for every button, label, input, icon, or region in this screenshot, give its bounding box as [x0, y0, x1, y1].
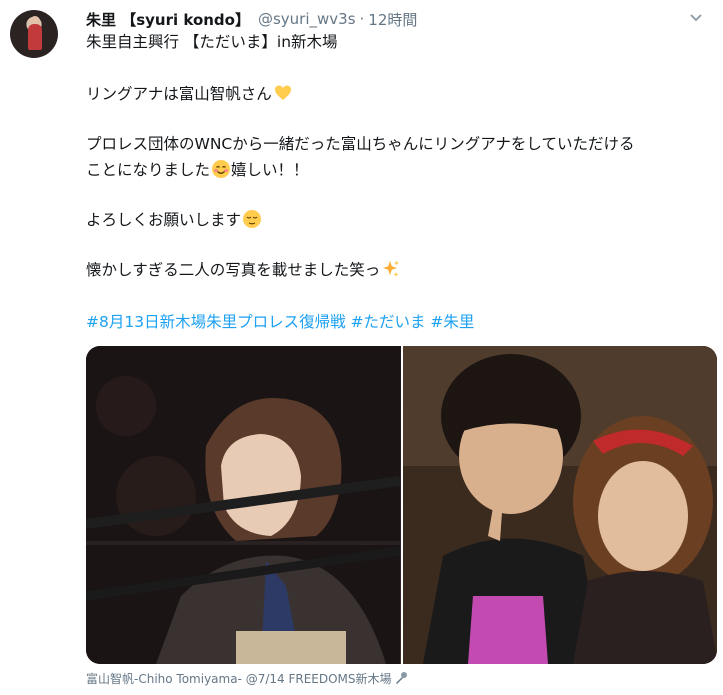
tweet-line-6-text: 懐かしすぎる二人の写真を載せました笑っ: [86, 261, 381, 279]
chevron-down-icon[interactable]: [690, 12, 702, 24]
relieved-face-icon: [243, 210, 262, 228]
yellow-heart-icon: [274, 85, 291, 100]
tweet: 朱里 【syuri kondo】 @syuri_wv3s · 12時間 朱里自主…: [0, 0, 723, 695]
photo-right[interactable]: [402, 346, 717, 664]
tweet-line-4-exclaim: 嬉しい！！: [231, 161, 309, 179]
tweet-line-1: 朱里自主興行 【ただいま】in新木場: [86, 33, 338, 51]
sparkles-icon: [383, 260, 400, 277]
tweet-line-5-text: よろしくお願いします: [86, 211, 242, 229]
photo-caption[interactable]: 富山智帆-Chiho Tomiyama- @7/14 FREEDOMS新木場: [86, 670, 408, 687]
separator-dot: ·: [359, 10, 365, 28]
hashtags[interactable]: #8月13日新木場朱里プロレス復帰戦 #ただいま #朱里: [86, 310, 474, 334]
tweet-line-5: よろしくお願いします: [86, 208, 262, 232]
two-people-photo: [402, 346, 717, 664]
ring-announcer-photo: [86, 346, 401, 664]
tweet-line-2: リングアナは富山智帆さん: [86, 82, 293, 106]
tweet-line-4: ことになりました 嬉しい！！: [86, 158, 309, 182]
avatar-figure: [28, 24, 42, 50]
photo-left[interactable]: [86, 346, 401, 664]
display-name[interactable]: 朱里 【syuri kondo】: [86, 9, 250, 30]
tweet-header: 朱里 【syuri kondo】 @syuri_wv3s · 12時間: [86, 8, 417, 30]
media-grid: [86, 346, 717, 664]
tweet-line-4-text: ことになりました: [86, 161, 211, 179]
smiling-face-icon: [212, 160, 231, 178]
microphone-icon: [395, 672, 407, 684]
tweet-line-3: プロレス団体のWNCから一緒だった富山ちゃんにリングアナをしていただける: [86, 135, 635, 153]
user-handle[interactable]: @syuri_wv3s: [258, 10, 356, 28]
caption-text: 富山智帆-Chiho Tomiyama- @7/14 FREEDOMS新木場: [86, 672, 392, 686]
avatar[interactable]: [10, 10, 58, 58]
tweet-line-2-text: リングアナは富山智帆さん: [86, 85, 272, 103]
timestamp[interactable]: 12時間: [368, 9, 417, 30]
tweet-line-6: 懐かしすぎる二人の写真を載せました笑っ: [86, 258, 401, 282]
